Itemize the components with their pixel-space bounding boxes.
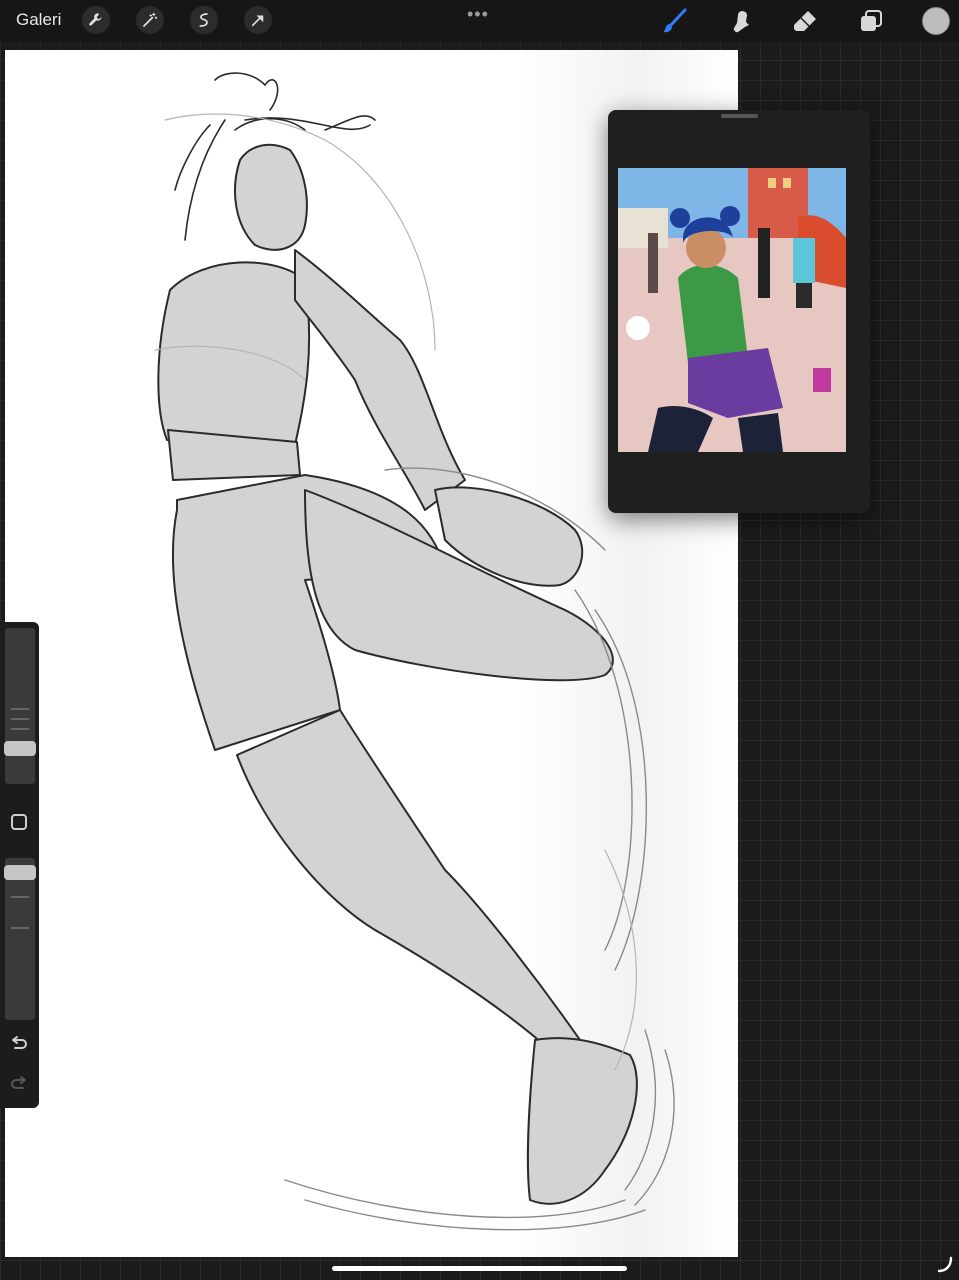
transform-arrow-icon xyxy=(251,15,264,27)
adjustments-button[interactable] xyxy=(136,6,164,34)
brush-size-thumb[interactable] xyxy=(4,740,36,756)
home-indicator[interactable] xyxy=(332,1266,627,1271)
slider-tick xyxy=(11,718,29,720)
gallery-button[interactable]: Galeri xyxy=(16,10,61,30)
slider-tick xyxy=(11,927,29,929)
slider-tick xyxy=(11,728,29,730)
smudge-tool-button[interactable] xyxy=(726,6,756,36)
reference-window[interactable] xyxy=(608,110,870,513)
redo-icon[interactable] xyxy=(9,1074,29,1094)
reference-illustration xyxy=(618,168,846,452)
layers-icon xyxy=(861,10,882,31)
eraser-icon xyxy=(794,11,816,31)
magic-wand-icon xyxy=(143,12,158,27)
more-options[interactable]: ••• xyxy=(467,4,489,25)
left-sidebar xyxy=(0,622,39,1108)
smudge-icon xyxy=(733,11,749,33)
actions-wrench-button[interactable] xyxy=(82,6,110,34)
brush-size-slider[interactable] xyxy=(5,628,35,784)
slider-tick xyxy=(11,896,29,898)
transform-button[interactable] xyxy=(244,6,272,34)
reference-image xyxy=(618,168,846,452)
modify-square-button[interactable] xyxy=(11,814,27,830)
reference-window-drag-handle[interactable] xyxy=(721,114,758,118)
quick-menu-icon[interactable] xyxy=(936,1256,954,1274)
opacity-slider[interactable] xyxy=(5,858,35,1020)
layers-button[interactable] xyxy=(856,6,886,36)
top-toolbar: Galeri ••• xyxy=(0,0,959,42)
selection-icon xyxy=(199,13,208,27)
slider-tick xyxy=(11,708,29,710)
selection-button[interactable] xyxy=(190,6,218,34)
undo-icon[interactable] xyxy=(9,1034,29,1054)
color-picker-button[interactable] xyxy=(922,7,950,35)
opacity-thumb[interactable] xyxy=(4,865,36,881)
brush-icon xyxy=(663,8,687,33)
eraser-tool-button[interactable] xyxy=(790,6,820,36)
wrench-icon xyxy=(89,13,102,26)
brush-tool-button[interactable] xyxy=(659,6,689,36)
